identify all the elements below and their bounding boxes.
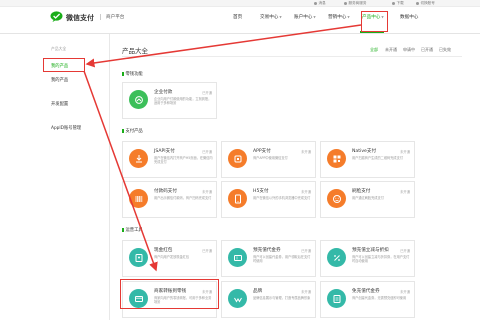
annotation-box-product-center [361,11,388,32]
annotation-box-merchant-transfer [120,279,219,309]
service-icon [344,2,347,5]
sidebar-group-title: 产品大全 [51,46,67,51]
section-marker [122,227,124,232]
section-marker [122,71,124,76]
nav-home[interactable]: 首页 [233,14,242,20]
product-card-app-pay[interactable]: APP支付 未开通 商户APP中使用微信支付 [221,141,316,178]
chevron-down-icon: ▼ [279,15,282,19]
filter-not-opened[interactable]: 未开通 [385,47,397,53]
barcode-icon [129,189,148,208]
util-switch-account[interactable]: 切换账号 [416,1,435,6]
nav-trade-center[interactable]: 交易中心▼ [260,14,282,20]
product-card-h5-pay[interactable]: H5支付 未开通 用户在微信以外的手机浏览器中完成支付 [221,181,316,218]
section-marker [122,128,124,133]
product-card-face-pay[interactable]: 刷脸支付 未开通 用户通过刷脸完成支付 [320,181,415,218]
title-divider [122,56,462,57]
logo-divider [100,14,101,20]
util-service[interactable]: 服务商服务 [344,1,366,6]
logo-text[interactable]: 微信支付 [66,13,94,23]
voucher-icon [327,289,346,308]
chevron-down-icon: ▼ [313,15,316,19]
h5-icon [228,189,247,208]
nav-data-center[interactable]: 数据中心 [400,14,418,20]
filter-expired[interactable]: 已失效 [439,47,451,53]
platform-subtitle: 商户平台 [106,15,125,20]
jsapi-icon [129,149,148,168]
product-card-cash-redpacket[interactable]: 现金红包 已开通 商户向用户发放现金红包 [122,240,217,277]
product-card-brand[interactable]: 品牌 未开通 品牌信息展示与管理，打造专属品牌形象 [221,281,316,318]
annotation-box-my-products [43,58,85,72]
product-card-free-voucher[interactable]: 免充值代金券 未开通 商户创建代金券，无需预充值即可使用 [320,281,415,318]
wechat-pay-logo-icon [50,11,63,22]
sidebar-item-appid-management[interactable]: AppID账号管理 [51,125,81,131]
util-messages[interactable]: 消息 [314,1,326,6]
chevron-down-icon: ▼ [347,15,350,19]
nav-marketing-center[interactable]: 营销中心▼ [328,14,350,20]
filter-all[interactable]: 全部 [370,47,378,53]
product-card-enterprise-payment[interactable]: 企业付款 已开通 企业向用户付款使用的功能，立刻到账，适用于多种场景 [122,82,217,119]
filter-opened[interactable]: 已开通 [421,47,433,53]
face-icon [327,189,346,208]
filter-applying[interactable]: 申请中 [403,47,415,53]
product-card-jsapi-pay[interactable]: JSAPI支付 已开通 用户在微信内打开商户H5页面，在微信内完成支付 [122,141,217,178]
coupon-icon [228,248,247,267]
product-card-prepaid-discount[interactable]: 预充值立减与折扣 已开通 商户可以创建立减与折扣券，在用户支付时自动使用 [320,240,415,277]
redpacket-icon [129,248,148,267]
top-utility-bar [0,0,480,7]
brand-icon [228,289,247,308]
app-icon [228,149,247,168]
product-card-native-pay[interactable]: Native支付 未开通 用户扫描商户生成的二维码完成支付 [320,141,415,178]
section-operation-tools: 运营工具 [122,227,143,233]
section-payment-products: 支付产品 [122,128,143,134]
util-download[interactable]: 下载 [392,1,404,6]
sidebar-item-my-products[interactable]: 我的产品 [51,77,68,83]
page-title: 产品大全 [122,47,148,55]
section-change-functions: 零钱功能 [122,71,143,77]
discount-icon [327,248,346,267]
bell-icon [314,2,317,5]
product-card-barcode-pay[interactable]: 付款码支付 未开通 用户出示微信付款码，商户扫码完成支付 [122,181,217,218]
sidebar-item-dev-config[interactable]: 开发配置 [51,101,68,107]
user-icon [416,2,419,5]
download-icon [392,2,395,5]
product-card-prepaid-coupon[interactable]: 预充值代金券 已开通 商户可以创建代金券，用户领取后在支付时使用 [221,240,316,277]
native-icon [327,149,346,168]
wallet-icon [129,90,148,109]
nav-account-center[interactable]: 账户中心▼ [294,14,316,20]
